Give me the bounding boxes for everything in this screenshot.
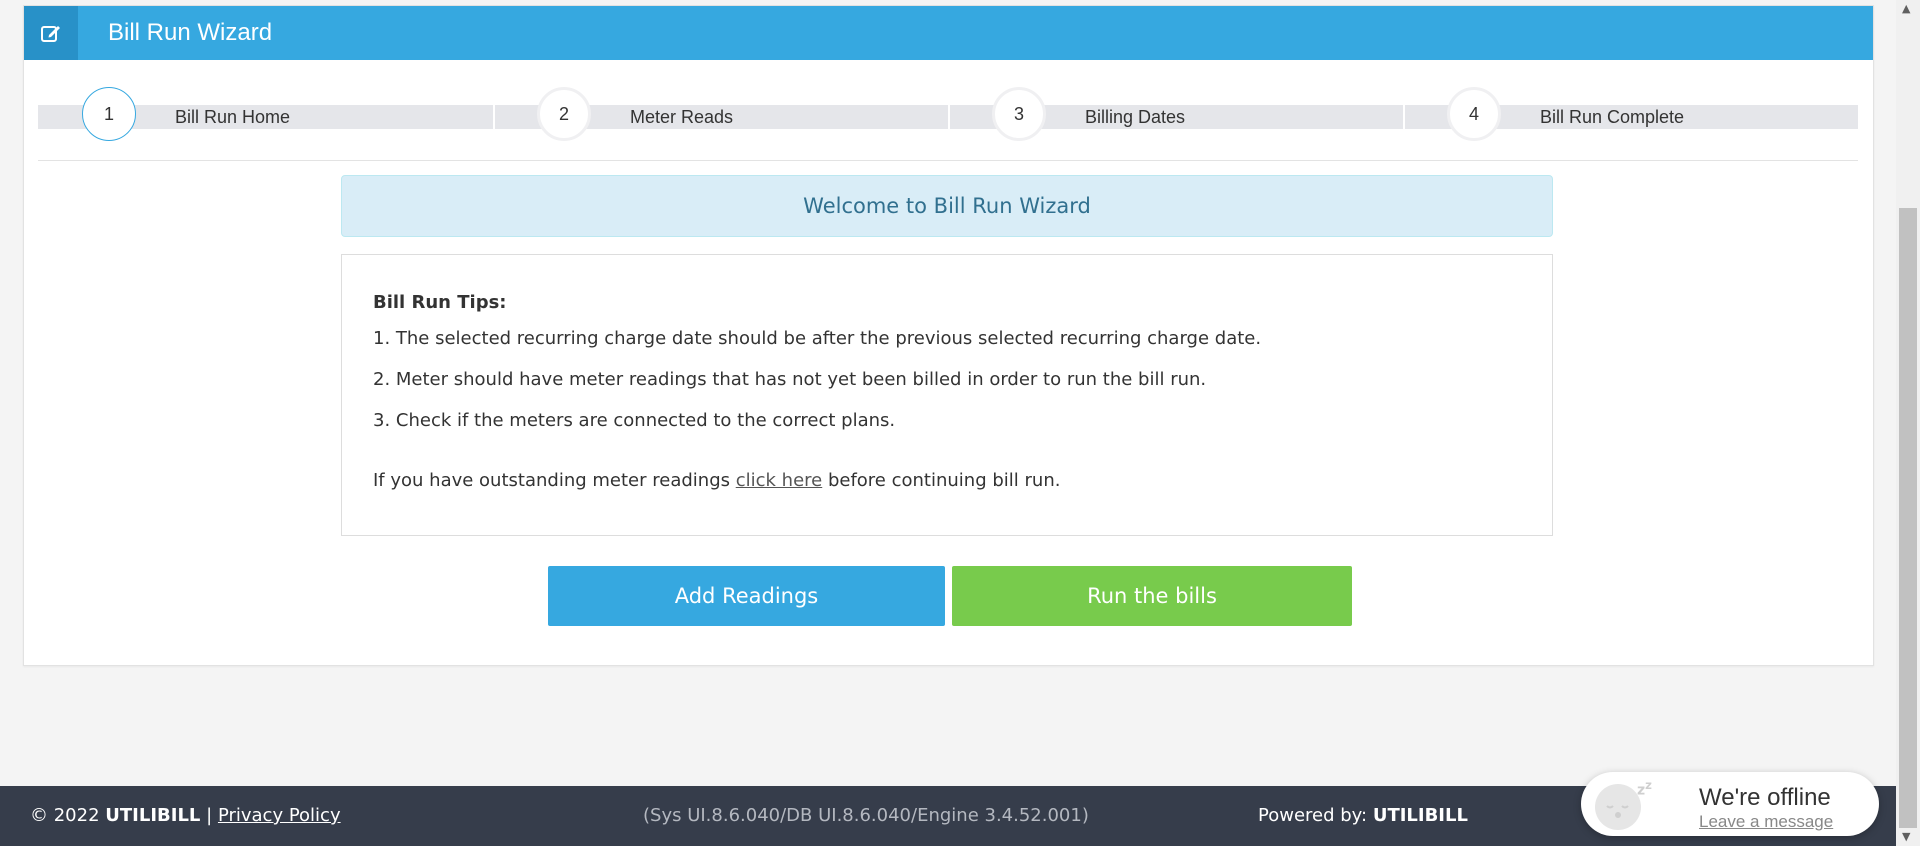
- outstanding-text-after: before continuing bill run.: [822, 470, 1061, 491]
- wizard-stepper: 1 Bill Run Home 2 Meter Reads 3 Billing …: [38, 82, 1858, 162]
- scroll-up-icon[interactable]: ▲: [1902, 2, 1910, 15]
- step-separator: [948, 105, 950, 129]
- click-here-link[interactable]: click here: [736, 470, 823, 491]
- leave-message-link[interactable]: Leave a message: [1699, 812, 1833, 832]
- footer-brand: UTILIBILL: [105, 805, 201, 826]
- powered-label: Powered by:: [1258, 805, 1368, 826]
- bill-run-wizard-panel: Bill Run Wizard 1 Bill Run Home 2 Meter …: [23, 5, 1874, 666]
- powered-by: Powered by: UTILIBILL: [1258, 786, 1468, 846]
- step-4-label[interactable]: Bill Run Complete: [1540, 105, 1684, 129]
- tip-item: 2. Meter should have meter readings that…: [373, 369, 1207, 390]
- step-separator: [493, 105, 495, 129]
- step-separator: [1403, 105, 1405, 129]
- scrollbar-thumb[interactable]: [1899, 208, 1917, 828]
- privacy-policy-link[interactable]: Privacy Policy: [218, 805, 341, 826]
- tips-box: Bill Run Tips: 1. The selected recurring…: [341, 254, 1553, 536]
- powered-brand: UTILIBILL: [1372, 805, 1468, 826]
- tip-item: 1. The selected recurring charge date sh…: [373, 328, 1262, 349]
- chat-widget[interactable]: zz We're offline Leave a message: [1581, 772, 1879, 836]
- step-2-circle[interactable]: 2: [537, 87, 591, 141]
- scrollbar[interactable]: ▲ ▼: [1896, 0, 1920, 846]
- welcome-banner: Welcome to Bill Run Wizard: [341, 175, 1553, 237]
- tips-title: Bill Run Tips:: [373, 292, 507, 313]
- offline-status: We're offline: [1699, 784, 1831, 811]
- run-bills-button[interactable]: Run the bills: [952, 566, 1352, 626]
- outstanding-text-before: If you have outstanding meter readings: [373, 470, 736, 491]
- step-4-circle[interactable]: 4: [1447, 87, 1501, 141]
- add-readings-button[interactable]: Add Readings: [548, 566, 945, 626]
- footer-separator: |: [206, 805, 213, 826]
- scroll-down-icon[interactable]: ▼: [1902, 830, 1910, 843]
- divider: [38, 160, 1858, 161]
- version-info: (Sys UI.8.6.040/DB UI.8.6.040/Engine 3.4…: [643, 805, 1089, 826]
- sleeping-face-icon: [1595, 784, 1641, 830]
- zz-icon: zz: [1637, 778, 1652, 799]
- step-3-label[interactable]: Billing Dates: [1085, 105, 1185, 129]
- edit-icon: [24, 6, 78, 60]
- step-2-label[interactable]: Meter Reads: [630, 105, 733, 129]
- tip-item: 3. Check if the meters are connected to …: [373, 410, 896, 431]
- step-1-circle[interactable]: 1: [82, 87, 136, 141]
- step-3-circle[interactable]: 3: [992, 87, 1046, 141]
- footer-copyright: © 2022 UTILIBILL | Privacy Policy: [30, 786, 341, 846]
- copyright-text: © 2022: [30, 805, 100, 826]
- outstanding-readings-text: If you have outstanding meter readings c…: [373, 470, 1060, 491]
- panel-header: Bill Run Wizard: [24, 6, 1873, 60]
- page-title: Bill Run Wizard: [108, 19, 273, 46]
- step-1-label[interactable]: Bill Run Home: [175, 105, 290, 129]
